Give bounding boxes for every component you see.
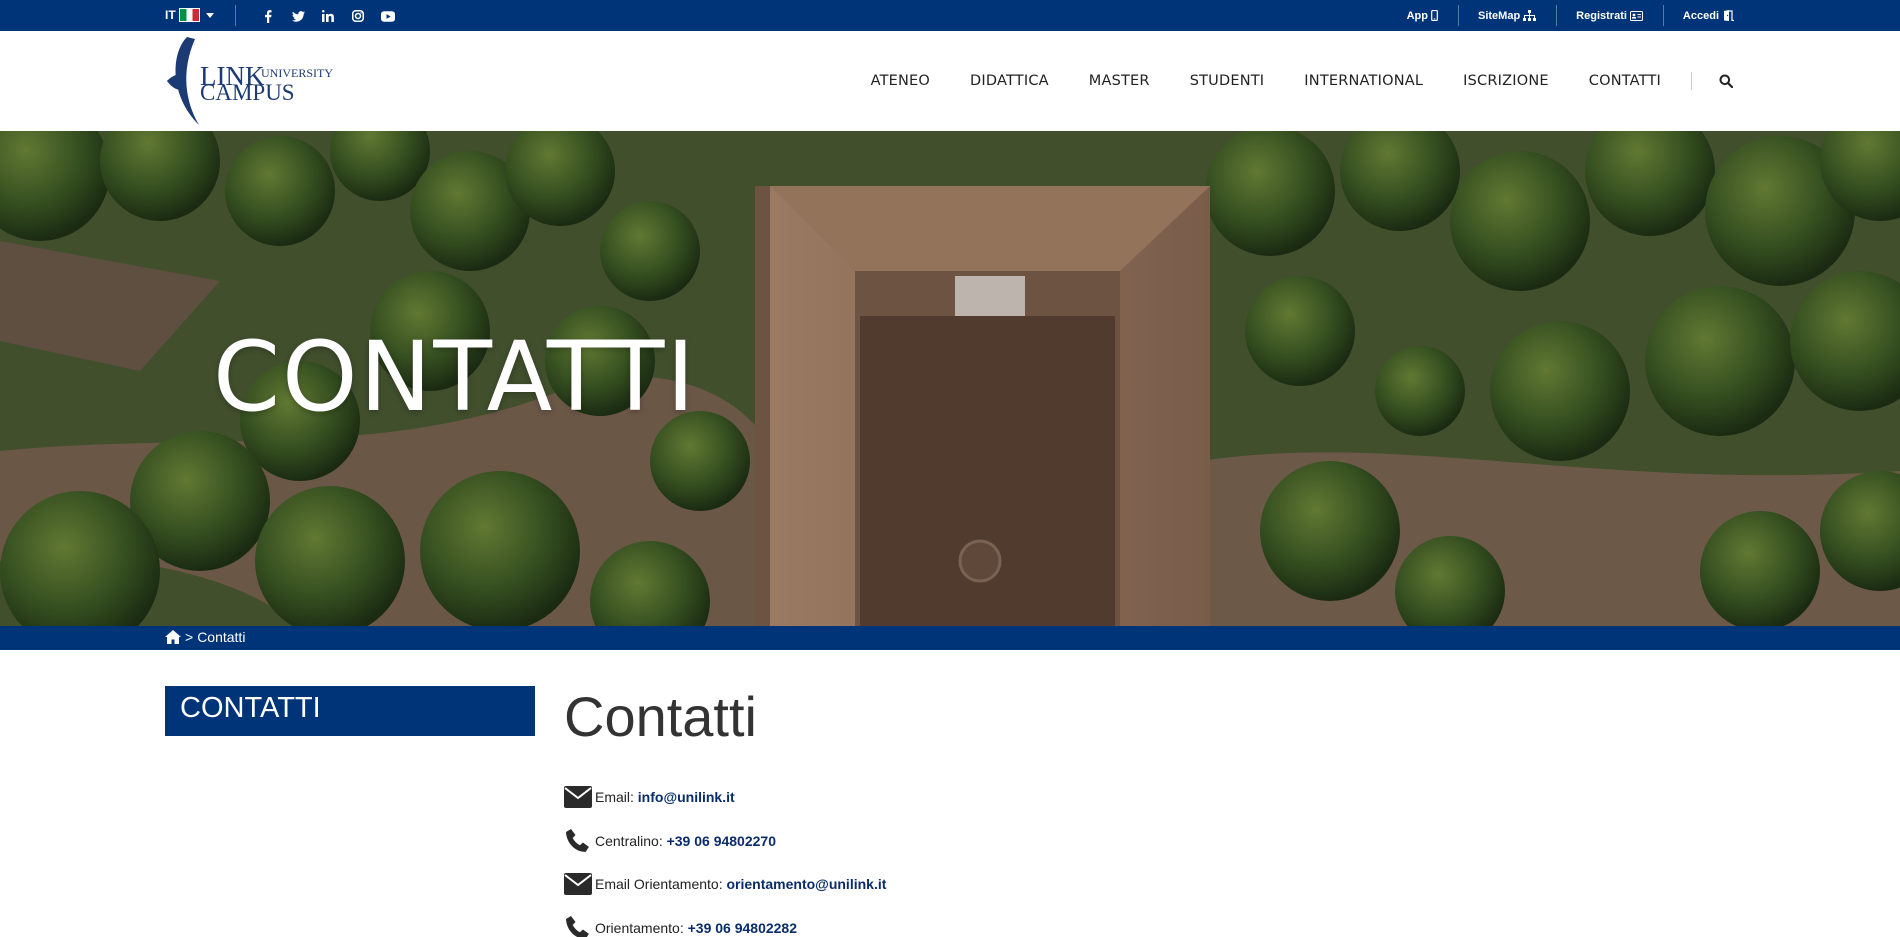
nav-didattica[interactable]: DIDATTICA xyxy=(970,73,1049,89)
svg-text:UNIVERSITY: UNIVERSITY xyxy=(261,66,333,80)
sitemap-label: SiteMap xyxy=(1477,9,1521,22)
hero-banner: CONTATTI xyxy=(0,131,1900,626)
italy-flag-icon xyxy=(178,8,200,22)
nav-master[interactable]: MASTER xyxy=(1089,73,1150,89)
search-icon[interactable] xyxy=(1717,72,1735,90)
login-link[interactable]: Accedi xyxy=(1662,0,1735,31)
svg-text:CAMPUS: CAMPUS xyxy=(200,80,295,105)
nav-international[interactable]: INTERNATIONAL xyxy=(1304,73,1423,89)
hero-title: CONTATTI xyxy=(213,321,697,433)
phone-icon xyxy=(564,828,592,854)
sitemap-link[interactable]: SiteMap xyxy=(1457,0,1556,31)
sitemap-icon xyxy=(1523,10,1537,21)
login-label: Accedi xyxy=(1682,9,1719,22)
caret-down-icon xyxy=(205,12,214,18)
main-navigation: ATENEO DIDATTICA MASTER STUDENTI INTERNA… xyxy=(871,31,1735,131)
language-selector[interactable]: IT xyxy=(165,8,214,22)
contact-item-orientation-email: Email Orientamento: orientamento@unilink… xyxy=(564,869,886,899)
id-card-icon xyxy=(1629,10,1643,21)
social-links xyxy=(259,7,397,25)
twitter-icon[interactable] xyxy=(289,7,307,25)
nav-divider xyxy=(1691,72,1692,90)
instagram-icon[interactable] xyxy=(349,7,367,25)
home-icon[interactable] xyxy=(165,629,181,645)
youtube-icon[interactable] xyxy=(379,7,397,25)
phone-icon xyxy=(564,915,592,937)
door-icon xyxy=(1724,10,1734,21)
contact-label: Centralino: xyxy=(595,832,663,849)
nav-contatti[interactable]: CONTATTI xyxy=(1589,73,1661,89)
register-link[interactable]: Registrati xyxy=(1556,0,1663,31)
breadcrumb-separator: > xyxy=(185,629,194,645)
contact-label: Email: xyxy=(595,789,634,805)
breadcrumb: > Contatti xyxy=(0,626,1900,650)
email-link[interactable]: info@unilink.it xyxy=(638,789,735,805)
divider xyxy=(235,5,236,26)
app-link[interactable]: App xyxy=(1387,0,1458,31)
phone-link[interactable]: +39 06 94802270 xyxy=(667,833,776,849)
contact-label: Orientamento: xyxy=(595,919,684,936)
contact-label: Email Orientamento: xyxy=(595,876,723,892)
breadcrumb-current: Contatti xyxy=(197,629,246,645)
contact-item-email: Email: info@unilink.it xyxy=(564,782,886,812)
nav-studenti[interactable]: STUDENTI xyxy=(1190,73,1265,89)
linkedin-icon[interactable] xyxy=(319,7,337,25)
contact-list: Email: info@unilink.it Centralino: +39 0… xyxy=(564,782,886,937)
facebook-icon[interactable] xyxy=(259,7,277,25)
top-bar: IT App SiteMap Registrati Accedi xyxy=(0,0,1900,31)
link-campus-logo[interactable]: LINK UNIVERSITY CAMPUS xyxy=(165,35,340,127)
language-code: IT xyxy=(165,8,176,22)
app-label: App xyxy=(1406,9,1428,22)
top-links: App SiteMap Registrati Accedi xyxy=(1387,0,1735,31)
orientation-phone-link[interactable]: +39 06 94802282 xyxy=(688,920,797,936)
nav-iscrizione[interactable]: ISCRIZIONE xyxy=(1463,73,1549,89)
mobile-icon xyxy=(1431,10,1438,21)
contact-item-switchboard: Centralino: +39 06 94802270 xyxy=(564,826,886,856)
main-header: LINK UNIVERSITY CAMPUS ATENEO DIDATTICA … xyxy=(0,31,1900,131)
page-title: Contatti xyxy=(564,685,757,748)
register-label: Registrati xyxy=(1576,9,1627,22)
envelope-icon xyxy=(564,784,592,810)
nav-ateneo[interactable]: ATENEO xyxy=(871,73,930,89)
sidebar-title: CONTATTI xyxy=(165,686,535,736)
envelope-icon xyxy=(564,871,592,897)
contact-item-orientation-phone: Orientamento: +39 06 94802282 xyxy=(564,913,886,937)
orientation-email-link[interactable]: orientamento@unilink.it xyxy=(727,876,887,892)
